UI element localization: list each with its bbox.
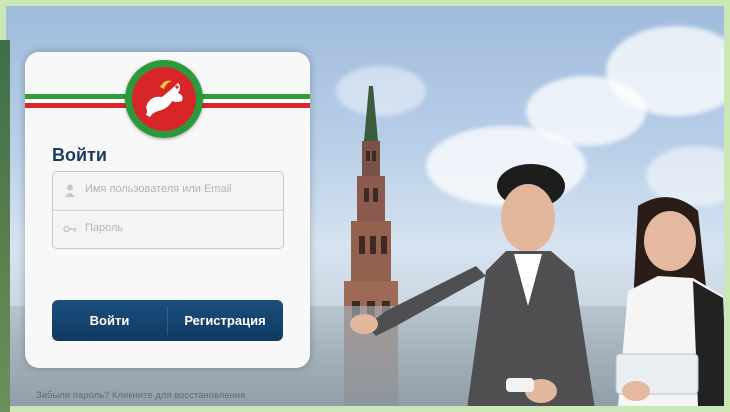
login-fields: Имя пользователя или Email Пароль [52,171,284,249]
register-button[interactable]: Регистрация [167,300,283,341]
password-placeholder: Пароль [85,222,124,234]
user-icon [65,184,75,197]
emblem-logo [125,60,203,138]
button-group: Войти Регистрация [52,300,283,341]
username-placeholder: Имя пользователя или Email [85,183,232,195]
left-edge-decoration [0,40,10,412]
login-button[interactable]: Войти [52,300,167,341]
snow-leopard-icon [146,80,183,117]
username-field[interactable]: Имя пользователя или Email [53,172,283,209]
forgot-password-link[interactable]: Забыли пароль? Кликните для восстановлен… [36,390,245,401]
password-field[interactable]: Пароль [53,211,283,248]
key-icon [63,225,77,233]
student-girl-illustration [615,197,724,406]
student-boy-illustration [350,164,595,406]
login-title: Войти [52,145,107,165]
